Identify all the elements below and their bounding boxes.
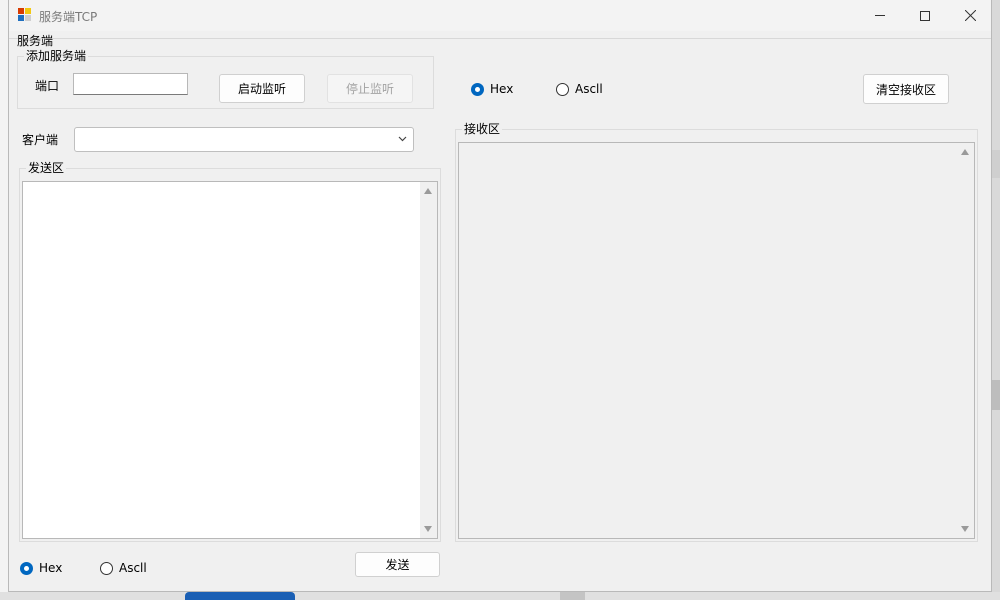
scroll-up-icon[interactable] bbox=[961, 149, 969, 155]
close-button[interactable] bbox=[947, 0, 993, 31]
send-ascii-label: Ascll bbox=[119, 561, 147, 575]
menu-bar bbox=[9, 31, 991, 39]
send-button[interactable]: 发送 bbox=[355, 552, 440, 577]
window-title: 服务端TCP bbox=[39, 10, 98, 24]
port-label: 端口 bbox=[35, 79, 60, 93]
minimize-button[interactable] bbox=[857, 0, 903, 31]
maximize-button[interactable] bbox=[902, 0, 948, 31]
send-hex-radio[interactable]: Hex bbox=[20, 561, 62, 575]
close-icon bbox=[964, 10, 976, 21]
send-textarea[interactable] bbox=[22, 181, 438, 539]
desktop-background-right bbox=[992, 0, 1000, 600]
receive-scrollbar[interactable] bbox=[957, 143, 974, 538]
port-input[interactable] bbox=[73, 73, 188, 95]
receive-ascii-radio[interactable]: Ascll bbox=[556, 82, 603, 96]
desktop-background-bottom bbox=[0, 592, 1000, 600]
maximize-icon bbox=[920, 10, 930, 21]
receive-hex-label: Hex bbox=[490, 82, 514, 96]
radio-checked-icon bbox=[20, 561, 33, 575]
desktop-window-edge bbox=[992, 150, 1000, 178]
radio-unchecked-icon bbox=[556, 82, 569, 96]
receive-textarea[interactable] bbox=[458, 142, 975, 539]
radio-checked-icon bbox=[471, 82, 484, 96]
app-window: 服务端TCP 服务端 添加服务端 端口 启动监听 停止监听 客户端 发送区 He… bbox=[8, 0, 992, 592]
send-ascii-radio[interactable]: Ascll bbox=[100, 561, 147, 575]
start-listen-button[interactable]: 启动监听 bbox=[219, 74, 305, 103]
server-group-title: 添加服务端 bbox=[24, 48, 89, 64]
desktop-window-edge bbox=[992, 380, 1000, 410]
desktop-window-edge bbox=[560, 592, 585, 600]
chevron-down-icon bbox=[398, 136, 407, 142]
receive-hex-radio[interactable]: Hex bbox=[471, 82, 513, 96]
menu-item-server[interactable]: 服务端 bbox=[17, 32, 53, 49]
client-select[interactable] bbox=[74, 127, 414, 152]
send-scrollbar[interactable] bbox=[420, 182, 437, 538]
radio-unchecked-icon bbox=[100, 561, 113, 575]
app-icon bbox=[18, 8, 32, 22]
receive-ascii-label: Ascll bbox=[575, 82, 603, 96]
send-area-title: 发送区 bbox=[26, 160, 67, 176]
stop-listen-button[interactable]: 停止监听 bbox=[327, 74, 413, 103]
minimize-icon bbox=[875, 15, 885, 16]
scroll-down-icon[interactable] bbox=[961, 526, 969, 532]
scroll-up-icon[interactable] bbox=[424, 188, 432, 194]
send-hex-label: Hex bbox=[39, 561, 63, 575]
receive-area-title: 接收区 bbox=[462, 121, 503, 137]
clear-receive-button[interactable]: 清空接收区 bbox=[863, 74, 949, 104]
client-label: 客户端 bbox=[22, 133, 59, 147]
scroll-down-icon[interactable] bbox=[424, 526, 432, 532]
desktop-wallpaper-fragment bbox=[185, 592, 295, 600]
title-bar[interactable]: 服务端TCP bbox=[9, 0, 991, 31]
